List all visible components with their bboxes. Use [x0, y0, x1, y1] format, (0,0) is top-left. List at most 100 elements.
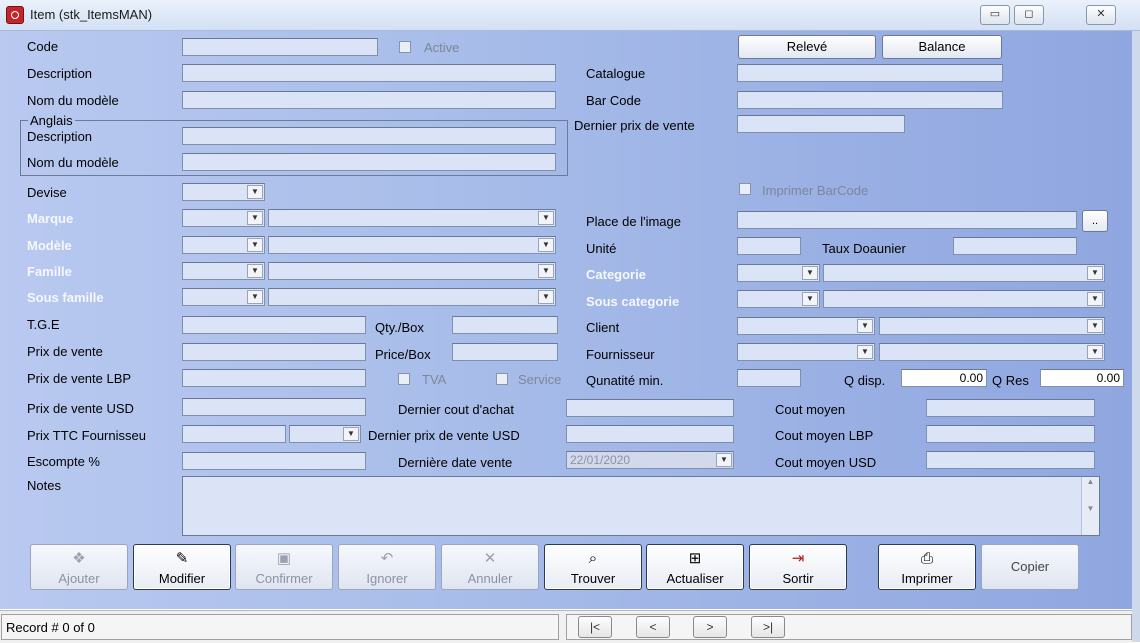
- derniere-date-vente-input[interactable]: 22/01/2020 ▼: [566, 451, 734, 469]
- chevron-down-icon[interactable]: ▼: [802, 292, 818, 306]
- chevron-down-icon[interactable]: ▼: [1087, 345, 1103, 359]
- chevron-down-icon[interactable]: ▼: [1087, 319, 1103, 333]
- chevron-down-icon[interactable]: ▼: [247, 290, 263, 304]
- prix-ttc-fournisseur-input[interactable]: [182, 425, 286, 443]
- anglais-nom-modele-input[interactable]: [182, 153, 556, 171]
- prix-vente-input[interactable]: [182, 343, 366, 361]
- service-checkbox[interactable]: [496, 373, 508, 385]
- chevron-down-icon[interactable]: ▼: [343, 427, 359, 441]
- client-code-select[interactable]: ▼: [737, 317, 875, 335]
- balance-button[interactable]: Balance: [882, 35, 1002, 59]
- chevron-down-icon[interactable]: ▼: [247, 238, 263, 252]
- chevron-down-icon[interactable]: ▼: [857, 319, 873, 333]
- minimize-button[interactable]: ▭: [980, 5, 1010, 25]
- dernier-prix-vente-input[interactable]: [737, 115, 905, 133]
- code-input[interactable]: [182, 38, 378, 56]
- price-box-label: Price/Box: [375, 347, 431, 362]
- cout-moyen-usd-input[interactable]: [926, 451, 1095, 469]
- active-label: Active: [424, 40, 460, 55]
- taux-douanier-input[interactable]: [953, 237, 1077, 255]
- marque-name-select[interactable]: ▼: [268, 209, 556, 227]
- tge-input[interactable]: [182, 316, 366, 334]
- previous-record-button[interactable]: <: [636, 616, 670, 638]
- q-res-input[interactable]: 0.00: [1040, 369, 1124, 387]
- confirmer-button[interactable]: ▣ Confirmer: [235, 544, 333, 590]
- marque-code-select[interactable]: ▼: [182, 209, 265, 227]
- chevron-down-icon[interactable]: ▼: [247, 264, 263, 278]
- chevron-down-icon[interactable]: ▼: [538, 290, 554, 304]
- dernier-prix-vente-usd-input[interactable]: [566, 425, 734, 443]
- famille-name-select[interactable]: ▼: [268, 262, 556, 280]
- chevron-down-icon[interactable]: ▼: [857, 345, 873, 359]
- tva-checkbox[interactable]: [398, 373, 410, 385]
- chevron-down-icon[interactable]: ▼: [538, 211, 554, 225]
- famille-code-select[interactable]: ▼: [182, 262, 265, 280]
- ignorer-button[interactable]: ↶ Ignorer: [338, 544, 436, 590]
- releve-button[interactable]: Relevé: [738, 35, 876, 59]
- bar-code-label: Bar Code: [586, 93, 641, 108]
- imprimer-barcode-checkbox[interactable]: [739, 183, 751, 195]
- dernier-cout-achat-input[interactable]: [566, 399, 734, 417]
- copier-label: Copier: [1010, 559, 1050, 574]
- notes-textarea[interactable]: ▲ ▼: [182, 476, 1100, 536]
- maximize-button[interactable]: ◻: [1014, 5, 1044, 25]
- q-disp-input[interactable]: 0.00: [901, 369, 987, 387]
- chevron-down-icon[interactable]: ▼: [716, 453, 732, 467]
- price-box-input[interactable]: [452, 343, 558, 361]
- quantite-min-input[interactable]: [737, 369, 801, 387]
- first-record-button[interactable]: |<: [578, 616, 612, 638]
- modele-code-select[interactable]: ▼: [182, 236, 265, 254]
- copier-button[interactable]: Copier: [981, 544, 1079, 590]
- close-button[interactable]: ✕: [1086, 5, 1116, 25]
- modele-name-select[interactable]: ▼: [268, 236, 556, 254]
- chevron-down-icon[interactable]: ▼: [247, 211, 263, 225]
- sous-famille-code-select[interactable]: ▼: [182, 288, 265, 306]
- modifier-button[interactable]: ✎ Modifier: [133, 544, 231, 590]
- sous-categorie-code-select[interactable]: ▼: [737, 290, 820, 308]
- escompte-input[interactable]: [182, 452, 366, 470]
- description-input[interactable]: [182, 64, 556, 82]
- dernier-prix-vente-label: Dernier prix de vente: [574, 118, 695, 133]
- prix-ttc-devise-select[interactable]: ▼: [289, 425, 361, 443]
- prix-vente-lbp-input[interactable]: [182, 369, 366, 387]
- nom-modele-input[interactable]: [182, 91, 556, 109]
- sortir-button[interactable]: ⇥ Sortir: [749, 544, 847, 590]
- prix-vente-usd-input[interactable]: [182, 398, 366, 416]
- imprimer-button[interactable]: ⎙ Imprimer: [878, 544, 976, 590]
- cancel-icon: ✕: [483, 550, 497, 567]
- chevron-down-icon[interactable]: ▼: [538, 264, 554, 278]
- chevron-down-icon[interactable]: ▼: [1087, 266, 1103, 280]
- active-checkbox[interactable]: [399, 41, 411, 53]
- catalogue-input[interactable]: [737, 64, 1003, 82]
- cout-moyen-usd-label: Cout moyen USD: [775, 455, 877, 470]
- actualiser-button[interactable]: ⊞ Actualiser: [646, 544, 744, 590]
- notes-scrollbar[interactable]: ▲ ▼: [1081, 477, 1099, 535]
- chevron-down-icon[interactable]: ▼: [802, 266, 818, 280]
- fournisseur-code-select[interactable]: ▼: [737, 343, 875, 361]
- bar-code-input[interactable]: [737, 91, 1003, 109]
- anglais-description-input[interactable]: [182, 127, 556, 145]
- browse-image-button[interactable]: ..: [1082, 210, 1108, 232]
- fournisseur-name-select[interactable]: ▼: [879, 343, 1105, 361]
- qty-box-input[interactable]: [452, 316, 558, 334]
- categorie-name-select[interactable]: ▼: [823, 264, 1105, 282]
- cout-moyen-input[interactable]: [926, 399, 1095, 417]
- unite-input[interactable]: [737, 237, 801, 255]
- sous-famille-name-select[interactable]: ▼: [268, 288, 556, 306]
- sous-categorie-name-select[interactable]: ▼: [823, 290, 1105, 308]
- next-record-button[interactable]: >: [693, 616, 727, 638]
- client-name-select[interactable]: ▼: [879, 317, 1105, 335]
- chevron-down-icon[interactable]: ▼: [247, 185, 263, 199]
- last-record-button[interactable]: >|: [751, 616, 785, 638]
- ajouter-button[interactable]: ❖ Ajouter: [30, 544, 128, 590]
- place-image-input[interactable]: [737, 211, 1077, 229]
- modele-label: Modèle: [27, 238, 72, 253]
- categorie-code-select[interactable]: ▼: [737, 264, 820, 282]
- chevron-down-icon[interactable]: ▼: [1087, 292, 1103, 306]
- client-label: Client: [586, 320, 620, 335]
- devise-select[interactable]: ▼: [182, 183, 265, 201]
- trouver-button[interactable]: ⌕ Trouver: [544, 544, 642, 590]
- chevron-down-icon[interactable]: ▼: [538, 238, 554, 252]
- cout-moyen-lbp-input[interactable]: [926, 425, 1095, 443]
- annuler-button[interactable]: ✕ Annuler: [441, 544, 539, 590]
